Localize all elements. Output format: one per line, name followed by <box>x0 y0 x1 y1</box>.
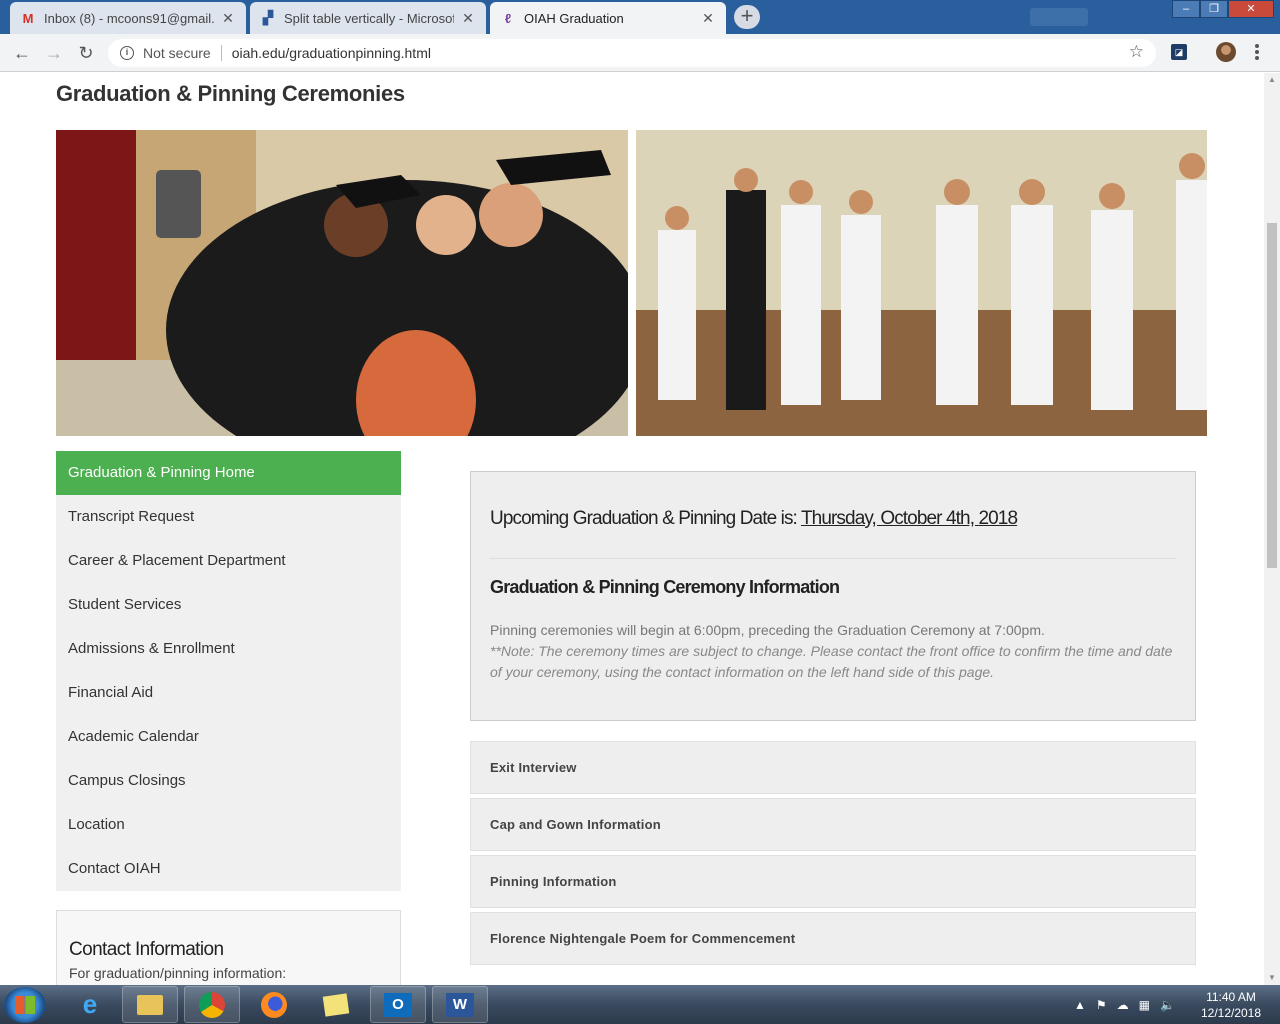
accordion-pinning-information[interactable]: Pinning Information <box>470 855 1196 908</box>
tab-title: Inbox (8) - mcoons91@gmail.com <box>44 10 214 26</box>
windows-logo-icon <box>15 996 35 1014</box>
show-hidden-icons-icon[interactable]: ▲ <box>1074 998 1086 1012</box>
contact-text: For graduation/pinning information: <box>69 965 287 981</box>
word-icon[interactable]: W <box>432 986 488 1023</box>
tab-word-online[interactable]: ▞ Split table vertically - Microsoft C ✕ <box>250 2 486 34</box>
oiah-icon: ℓ <box>504 10 512 26</box>
sidebar-item-campus-closings[interactable]: Campus Closings <box>56 759 401 803</box>
tab-gmail[interactable]: M Inbox (8) - mcoons91@gmail.com ✕ <box>10 2 246 34</box>
scroll-up-arrow-icon[interactable]: ▲ <box>1264 73 1280 87</box>
onedrive-cloud-icon[interactable]: ☁ <box>1117 998 1129 1012</box>
reload-button[interactable]: ↻ <box>76 43 96 63</box>
contact-information-box: Contact Information For graduation/pinni… <box>56 910 401 985</box>
ceremony-info-heading: Graduation & Pinning Ceremony Informatio… <box>490 577 840 597</box>
forward-button[interactable]: → <box>44 43 64 63</box>
chrome-menu-icon[interactable] <box>1254 42 1260 62</box>
url-text: oiah.edu/graduationpinning.html <box>231 45 431 61</box>
windows-taskbar: e O W ▲ ⚑ ☁ ▦ 🔈 11:40 AM 12/12/2018 <box>0 985 1280 1024</box>
clock-date: 12/12/2018 <box>1200 1006 1262 1020</box>
address-bar[interactable]: i Not secure oiah.edu/graduationpinning.… <box>108 39 1156 67</box>
accordion-cap-and-gown[interactable]: Cap and Gown Information <box>470 798 1196 851</box>
clock-time: 11:40 AM <box>1206 990 1256 1004</box>
word-doc-icon: ▞ <box>263 10 273 25</box>
close-window-button[interactable]: ✕ <box>1228 0 1274 18</box>
tab-title: OIAH Graduation <box>524 10 624 26</box>
browser-toolbar: ← → ↻ i Not secure oiah.edu/graduationpi… <box>0 34 1280 72</box>
window-controls: – ❐ ✕ <box>1172 0 1274 18</box>
sticky-notes-icon[interactable] <box>308 986 364 1023</box>
sidebar-item-transcript-request[interactable]: Transcript Request <box>56 495 401 539</box>
gmail-icon: M <box>22 10 34 26</box>
scroll-down-arrow-icon[interactable]: ▼ <box>1264 971 1280 985</box>
page-title: Graduation & Pinning Ceremonies <box>56 81 405 106</box>
ceremony-note-text: **Note: The ceremony times are subject t… <box>490 643 1173 680</box>
browser-tabstrip: M Inbox (8) - mcoons91@gmail.com ✕ ▞ Spl… <box>0 0 1280 34</box>
file-explorer-icon[interactable] <box>122 986 178 1023</box>
sidebar-item-academic-calendar[interactable]: Academic Calendar <box>56 715 401 759</box>
action-center-flag-icon[interactable]: ⚑ <box>1096 998 1107 1012</box>
sidebar-item-contact-oiah[interactable]: Contact OIAH <box>56 847 401 891</box>
sidebar-item-career-placement[interactable]: Career & Placement Department <box>56 539 401 583</box>
maximize-button[interactable]: ❐ <box>1200 0 1228 18</box>
chrome-icon[interactable] <box>184 986 240 1023</box>
sidebar-item-graduation-pinning-home[interactable]: Graduation & Pinning Home <box>56 451 401 495</box>
sidebar-item-student-services[interactable]: Student Services <box>56 583 401 627</box>
ceremony-info-panel: Upcoming Graduation & Pinning Date is: T… <box>470 471 1196 721</box>
close-tab-icon[interactable]: ✕ <box>460 10 476 27</box>
start-button[interactable] <box>4 987 46 1023</box>
signed-in-badge <box>1030 8 1088 26</box>
tab-title: Split table vertically - Microsoft C <box>284 10 454 26</box>
upcoming-prefix: Upcoming Graduation & Pinning Date is: <box>490 508 801 529</box>
graduates-selfie-photo <box>56 130 628 436</box>
security-label: Not secure <box>143 45 211 61</box>
graduates-selfie-illustration <box>56 130 628 436</box>
accordion-nightingale-poem[interactable]: Florence Nightengale Poem for Commenceme… <box>470 912 1196 965</box>
volume-icon[interactable]: 🔈 <box>1160 998 1175 1012</box>
extension-icon[interactable]: ◪ <box>1171 44 1187 60</box>
ceremony-times-text: Pinning ceremonies will begin at 6:00pm,… <box>490 622 1045 638</box>
outlook-icon[interactable]: O <box>370 986 426 1023</box>
internet-explorer-icon[interactable]: e <box>62 986 118 1023</box>
page-viewport: Graduation & Pinning Ceremonies Graduati… <box>0 73 1264 985</box>
divider <box>220 45 222 61</box>
system-clock[interactable]: 11:40 AM 12/12/2018 <box>1196 989 1266 1021</box>
firefox-icon[interactable] <box>246 986 302 1023</box>
minimize-button[interactable]: – <box>1172 0 1200 18</box>
upcoming-date: Thursday, October 4th, 2018 <box>800 508 1018 529</box>
system-tray: ▲ ⚑ ☁ ▦ 🔈 <box>1074 985 1175 1024</box>
pinning-ceremony-illustration <box>636 130 1207 436</box>
sidebar-item-admissions-enrollment[interactable]: Admissions & Enrollment <box>56 627 401 671</box>
upcoming-date-heading: Upcoming Graduation & Pinning Date is: T… <box>490 508 1176 530</box>
close-tab-icon[interactable]: ✕ <box>220 10 236 27</box>
divider <box>490 558 1176 559</box>
accordion-exit-interview[interactable]: Exit Interview <box>470 741 1196 794</box>
sidebar-nav: Graduation & Pinning Home Transcript Req… <box>56 451 401 891</box>
profile-avatar[interactable] <box>1216 42 1236 62</box>
back-button[interactable]: ← <box>12 43 32 63</box>
close-tab-icon[interactable]: ✕ <box>700 10 716 27</box>
page-scrollbar[interactable]: ▲ ▼ <box>1264 73 1280 985</box>
sidebar-item-location[interactable]: Location <box>56 803 401 847</box>
network-icon[interactable]: ▦ <box>1139 998 1150 1012</box>
tab-oiah-graduation[interactable]: ℓ OIAH Graduation ✕ <box>490 2 726 34</box>
scrollbar-thumb[interactable] <box>1267 223 1277 568</box>
new-tab-button[interactable]: + <box>734 5 760 29</box>
pinning-ceremony-photo <box>636 130 1207 436</box>
info-icon[interactable]: i <box>120 46 134 60</box>
bookmark-star-icon[interactable]: ☆ <box>1129 42 1144 62</box>
sidebar-item-financial-aid[interactable]: Financial Aid <box>56 671 401 715</box>
contact-heading: Contact Information <box>69 939 224 960</box>
